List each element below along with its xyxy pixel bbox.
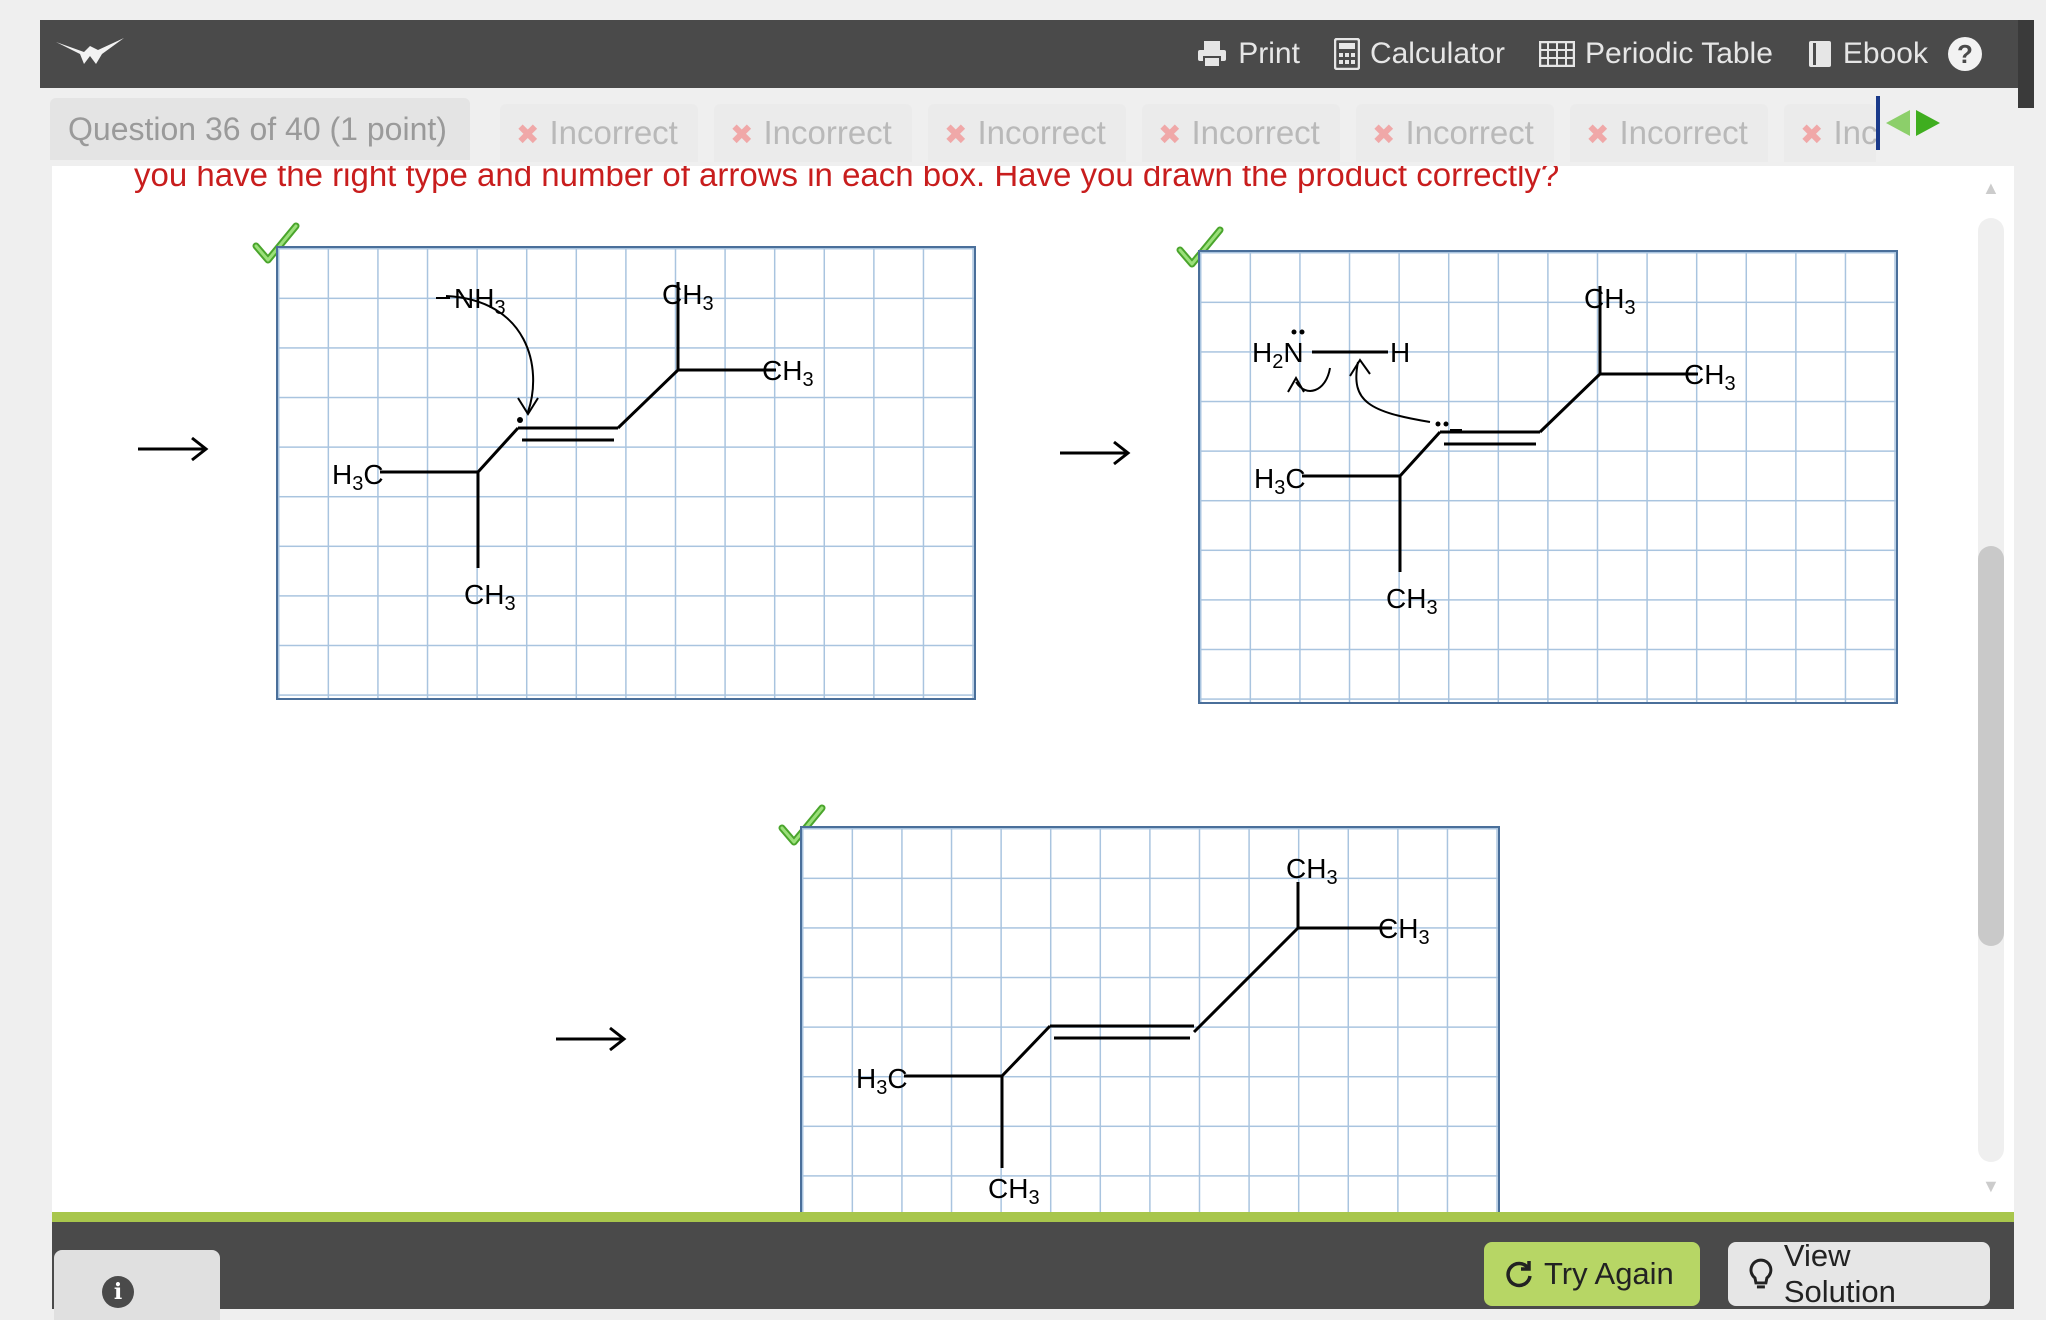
scroll-up-icon[interactable]: ▲ <box>1982 178 2000 199</box>
incorrect-icon: ✖ <box>1372 119 1396 150</box>
attempt-label: Incorrect <box>1405 114 1534 151</box>
h2n-label: H <box>1252 337 1272 368</box>
svg-text:CH3: CH3 <box>988 1173 1040 1209</box>
attempt-tab[interactable]: ✖ Incorrect <box>1570 104 1768 162</box>
refresh-icon <box>1506 1261 1532 1288</box>
help-icon[interactable]: ? <box>1948 37 1982 71</box>
svg-text:CH3: CH3 <box>1684 359 1736 395</box>
scroll-down-icon[interactable]: ▼ <box>1982 1176 2000 1197</box>
ch3-label: CH <box>1684 359 1724 390</box>
periodic-table-button[interactable]: Periodic Table <box>1539 37 1773 71</box>
incorrect-icon: ✖ <box>944 119 968 150</box>
drawing-canvas-step3[interactable]: CH3 CH3 H3C CH3 <box>800 826 1500 1212</box>
tab-scroll-indicator <box>1876 96 1880 150</box>
svg-text:CH3: CH3 <box>1378 913 1430 949</box>
svg-text:CH3: CH3 <box>1584 283 1636 319</box>
attempt-label: Incorrect <box>1833 114 1876 151</box>
question-tab[interactable]: Question 36 of 40 (1 point) <box>50 98 470 160</box>
ch3-label: CH <box>464 579 504 610</box>
ch3-label: CH <box>988 1173 1028 1204</box>
ch3-label: CH <box>1286 853 1326 884</box>
h-label: H <box>1390 337 1410 368</box>
incorrect-icon: ✖ <box>1800 119 1824 150</box>
attempt-label: Incorrect <box>763 114 892 151</box>
sapling-logo-icon[interactable] <box>54 34 126 75</box>
svg-text:CH3: CH3 <box>662 279 714 315</box>
svg-text:CH3: CH3 <box>762 355 814 391</box>
attempt-label: Incorrect <box>1619 114 1748 151</box>
incorrect-icon: ✖ <box>1586 119 1610 150</box>
attempt-tab[interactable]: ✖ Incorrect <box>500 104 698 162</box>
lightbulb-icon <box>1749 1258 1773 1289</box>
printer-icon <box>1198 41 1227 68</box>
svg-text:CH3: CH3 <box>1286 853 1338 889</box>
ebook-label: Ebook <box>1842 37 1928 70</box>
tab-next-arrow-icon[interactable] <box>1914 108 1942 138</box>
svg-text:H3C: H3C <box>856 1063 908 1099</box>
periodic-table-icon <box>1539 41 1576 67</box>
print-label: Print <box>1238 37 1300 70</box>
feedback-message: you have the right type and number of ar… <box>134 166 1560 193</box>
view-solution-label: View Solution <box>1783 1238 1896 1309</box>
calculator-icon <box>1333 38 1360 70</box>
calculator-button[interactable]: Calculator <box>1333 37 1506 71</box>
calculator-label: Calculator <box>1369 37 1506 70</box>
scrollbar-thumb[interactable] <box>1978 546 2004 946</box>
svg-text:CH3: CH3 <box>464 579 516 615</box>
ch3-label: CH <box>762 355 802 386</box>
step1-structure: NH3 CH3 CH3 H3C CH3 <box>332 279 814 615</box>
svg-text:NH3: NH3 <box>454 283 506 319</box>
step2-structure: H2N H CH3 CH3 H3C CH3 <box>1252 283 1736 619</box>
h3c-label: H <box>332 459 352 490</box>
periodic-table-label: Periodic Table <box>1585 37 1773 70</box>
try-again-label: Try Again <box>1544 1256 1674 1291</box>
question-content: you have the right type and number of ar… <box>52 166 2014 1212</box>
content-scrollbar[interactable]: ▲ ▼ <box>1970 166 2006 1212</box>
attempt-label: Incorrect <box>1191 114 1320 151</box>
incorrect-icon: ✖ <box>516 119 540 150</box>
ch3-label: CH <box>1378 913 1418 944</box>
print-button[interactable]: Print <box>1196 37 1300 71</box>
book-icon <box>1808 41 1831 67</box>
question-tab-strip: Question 36 of 40 (1 point) ✖ Incorrect ✖… <box>40 88 2018 168</box>
incorrect-icon: ✖ <box>1158 119 1182 150</box>
drawing-canvas-step2[interactable]: H2N H CH3 CH3 H3C CH3 <box>1198 250 1898 704</box>
svg-text:H3C: H3C <box>1254 463 1306 499</box>
reaction-arrow-icon <box>556 1026 627 1052</box>
incorrect-icon: ✖ <box>730 119 754 150</box>
toolbar-edge <box>2018 20 2034 108</box>
step3-structure: CH3 CH3 H3C CH3 <box>856 853 1430 1209</box>
attempt-tab[interactable]: ✖ Incorrect <box>1784 104 1876 162</box>
tab-prev-arrow-icon[interactable] <box>1884 108 1912 138</box>
svg-text:CH3: CH3 <box>1386 583 1438 619</box>
attempt-tab[interactable]: ✖ Incorrect <box>1142 104 1340 162</box>
nh3-label: NH <box>454 283 494 314</box>
info-icon: i <box>102 1276 134 1308</box>
svg-text:H2N: H2N <box>1252 337 1304 373</box>
attempt-tab[interactable]: ✖ Incorrect <box>1356 104 1554 162</box>
attempt-label: Incorrect <box>977 114 1106 151</box>
try-again-button[interactable]: Try Again <box>1484 1242 1700 1306</box>
top-toolbar: Print Calculator Periodic Table Ebook ? <box>40 20 2018 88</box>
footer-bar: i Try Again View Solution <box>52 1212 2014 1320</box>
attempt-tab[interactable]: ✖ Incorrect <box>714 104 912 162</box>
ebook-button[interactable]: Ebook <box>1807 37 1928 71</box>
svg-text:H3C: H3C <box>332 459 384 495</box>
ch3-label: CH <box>1584 283 1624 314</box>
view-solution-button[interactable]: View Solution <box>1728 1238 1990 1309</box>
h3c-label: H <box>856 1063 876 1094</box>
ch3-label: CH <box>662 279 702 310</box>
info-tab[interactable]: i <box>54 1250 220 1320</box>
attempt-label: Incorrect <box>549 114 678 151</box>
h3c-label: H <box>1254 463 1274 494</box>
reaction-arrow-icon <box>1060 440 1131 466</box>
drawing-canvas-step1[interactable]: NH3 CH3 CH3 H3C CH3 <box>276 246 976 700</box>
ch3-label: CH <box>1386 583 1426 614</box>
attempt-tab[interactable]: ✖ Incorrect <box>928 104 1126 162</box>
reaction-arrow-icon <box>138 436 209 462</box>
